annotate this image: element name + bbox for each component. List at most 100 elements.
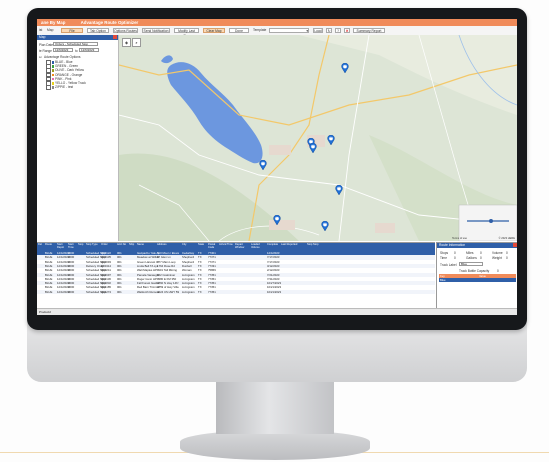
map-marker-label: 4 [330,136,332,139]
route-info-value: 0 [480,251,482,255]
route-info-close-icon[interactable] [513,243,517,247]
map-marker-pin[interactable]: 5 [309,142,317,154]
map-marker-label: 6 [338,186,340,189]
grid-column-header[interactable]: Route [45,243,56,247]
panel-close-icon[interactable] [113,35,117,39]
map-view[interactable]: ◈ ⌕ 1 2 3 4 5 6 7 8 Terms of use © 2023 HERE [119,35,517,241]
grid-column-header[interactable]: Name [137,243,156,247]
date-range-separator: to [75,49,78,53]
done-button[interactable]: Done [229,27,249,33]
route-info-value: 0 [454,251,456,255]
grid-column-header[interactable]: Stop Stop [307,243,336,247]
map-marker-label: 5 [312,144,314,147]
map-marker-pin[interactable]: 6 [335,184,343,196]
map-marker-pin[interactable]: 2 [259,159,267,171]
grid-column-header[interactable]: Stop Type [86,243,100,247]
route-info-label: Miles [466,251,474,255]
map-marker-pin[interactable]: 1 [341,62,349,74]
map-marker-label: 8 [324,222,326,225]
plan-date-select[interactable]: Orders - Scheduled Stop [53,42,98,46]
options-routes-button[interactable]: Options Routes [113,27,138,33]
route-color-swatch [51,86,54,89]
layers-icon[interactable]: ◈ [122,38,131,47]
panel-header-label: Map [39,35,46,39]
summary-report-button[interactable]: Summary Report [353,27,385,33]
capacity-label: Truck Bottle Capacity [459,269,490,273]
grid-column-header[interactable]: State [198,243,207,247]
route-info-panel: Route Information Stops 0 Miles 0 Volume 0 Tim… [436,242,517,309]
map-footer-right: © 2023 HERE [498,237,515,240]
truck-select[interactable]: Blue [459,262,483,266]
map-marker-pin[interactable]: 7 [273,214,281,226]
grid-column-header[interactable]: Del [38,243,44,247]
app-screen: ane By Map Advantage Route Optimizer ist… [37,19,517,315]
route-info-value: 0 [506,256,508,260]
grid-column-header[interactable]: City [182,243,197,247]
tree-expand-icon[interactable]: ⊟ [39,55,42,59]
stops-grid: Del Route Start Depot Start Time Stop Stop Ty… [37,242,435,309]
table-cell: 10/21/2023 [267,289,281,294]
map-footer-left[interactable]: Terms of use [452,237,467,240]
grid-column-header[interactable]: Arrival Time [219,243,234,247]
monitor-neck [216,382,334,434]
route-color-swatch [51,77,54,81]
route-info-label: Weight [492,256,502,260]
tree-root[interactable]: Advantage Route Options [44,55,81,59]
route-color-swatch [51,82,54,85]
plan-date-label: Plan Date [39,43,53,47]
grid-column-header[interactable]: Acct No [117,243,128,247]
route-info-label: Volume [492,251,503,255]
help-icon[interactable]: ? [335,27,341,33]
table-cell: 001 [117,289,122,294]
file-button[interactable]: File [61,27,83,33]
grid-column-header[interactable]: Start Time [68,243,77,250]
refresh-icon[interactable]: ↻ [326,27,332,33]
load-button[interactable]: Load [313,27,323,33]
tree-item[interactable]: ZIPPIE - test [46,85,73,90]
panel-header: Map [37,35,118,40]
grid-column-header[interactable]: Order [101,243,116,247]
tree-checkbox[interactable] [46,85,51,90]
route-info-value: 0 [480,256,482,260]
status-text: Product2 [39,310,52,314]
template-label: Template [253,28,267,32]
grid-column-header[interactable]: Last Reported [281,243,306,247]
status-bar: Product2 [37,308,517,315]
grid-column-header[interactable]: Complete [267,243,280,247]
route-color-swatch [51,69,54,72]
map-label[interactable]: Map [47,28,53,32]
zoom-search-icon[interactable]: ⌕ [132,38,141,47]
table-cell: Waldorch Remodel as [137,289,159,294]
modify-last-run-button[interactable]: Modify Last Run [174,27,199,38]
grid-column-header[interactable]: Start Depot [57,243,67,250]
map-marker-pin[interactable]: 4 [327,134,335,146]
menu-label[interactable]: ist [39,28,42,32]
map-canvas [119,35,517,241]
grid-column-header[interactable]: Ship [129,243,136,247]
grid-column-header[interactable]: Depart Window [235,243,250,250]
close-x-icon[interactable]: ✕ [344,27,350,33]
date-from-input[interactable]: 12/6/2023 [53,48,73,52]
tab-option-button[interactable]: Tab Option [87,27,109,33]
date-to-input[interactable]: 12/6/2023 [79,48,99,52]
table-cell: 4424 US HWY 59s [157,289,179,294]
truck-label: Truck Label [440,263,457,267]
grid-column-header[interactable]: Postal Code [208,243,218,250]
date-range-label: te Range [39,49,52,53]
clear-map-button[interactable]: Clear Map [203,27,225,33]
map-marker-pin[interactable]: 8 [321,220,329,232]
template-select[interactable]: ▾ [269,27,309,33]
route-color-swatch [51,65,54,68]
key-value-row[interactable]: Blue [439,278,516,282]
title-prefix: ane By Map [41,20,66,25]
route-info-label: Gallons [466,256,477,260]
table-row[interactable]: BLUE 12/4/2023 0000 Scheduled Stop Q04274 001… [37,289,435,294]
grid-column-header[interactable]: Address [157,243,181,247]
grid-column-header[interactable]: Stop [78,243,85,247]
grid-column-header[interactable]: Loaded Volume [251,243,266,250]
app-title: Advantage Route Optimizer [80,20,139,25]
send-notification-button[interactable]: Send Notification [142,27,170,33]
route-color-swatch [51,73,54,77]
map-marker-label: 2 [262,161,264,164]
route-info-header: Route Information [437,243,517,248]
